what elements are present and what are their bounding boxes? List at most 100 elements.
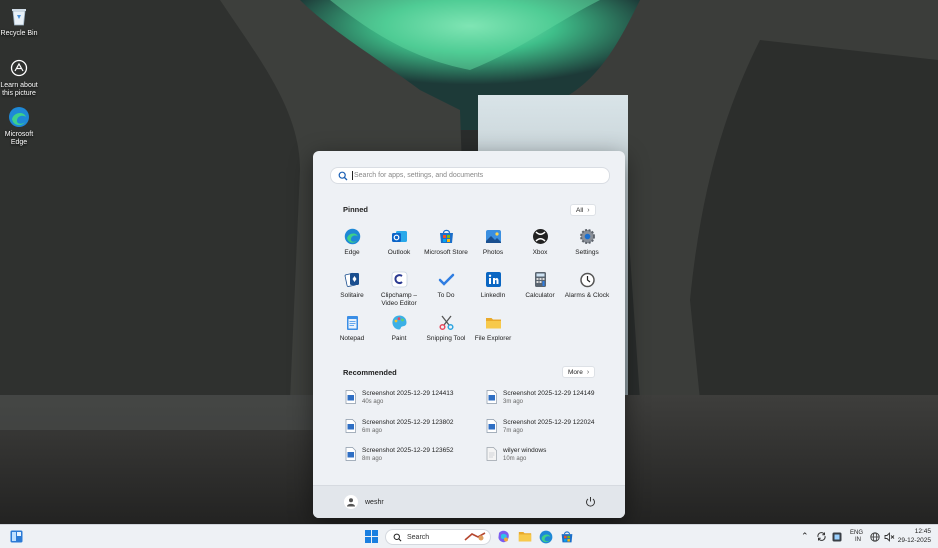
app-label: Alarms & Clock: [564, 292, 610, 299]
pinned-app-todo[interactable]: To Do: [422, 271, 470, 300]
recommended-item[interactable]: Screenshot 2025-12-29 123802 6m ago: [345, 419, 475, 434]
recommended-time: 40s ago: [362, 399, 384, 405]
pinned-title: Pinned: [343, 205, 369, 214]
tray-app-button[interactable]: [832, 525, 842, 548]
text-caret: [352, 171, 353, 180]
recommended-name: Screenshot 2025-12-29 123802: [362, 419, 454, 426]
edge-icon: [539, 530, 552, 543]
user-account-button[interactable]: weshr: [344, 495, 384, 509]
tray-sync-button[interactable]: [816, 525, 827, 548]
power-icon[interactable]: [585, 496, 596, 507]
chevron-up-icon: ⌃: [801, 531, 809, 541]
app-label: To Do: [437, 292, 455, 299]
start-search-box[interactable]: Search for apps, settings, and documents: [330, 167, 610, 184]
pinned-app-xbox[interactable]: Xbox: [516, 228, 564, 257]
pinned-app-solitaire[interactable]: Solitaire: [328, 271, 376, 300]
desktop-icon-edge[interactable]: Microsoft Edge: [0, 106, 39, 147]
sync-icon: [817, 532, 826, 541]
recommended-item[interactable]: Screenshot 2025-12-29 122024 7m ago: [486, 419, 616, 434]
chevron-right-icon: ›: [586, 368, 590, 376]
recommended-item[interactable]: Screenshot 2025-12-29 123652 8m ago: [345, 447, 475, 462]
app-label: Outlook: [387, 249, 411, 256]
recommended-name: Screenshot 2025-12-29 123652: [362, 447, 454, 454]
show-hidden-icons-button[interactable]: ⌃: [801, 525, 809, 548]
linkedin-icon: [485, 271, 502, 288]
user-name: weshr: [365, 498, 384, 506]
image-file-icon: [486, 419, 497, 433]
app-label: File Explorer: [474, 335, 512, 342]
pinned-app-paint[interactable]: Paint: [375, 314, 423, 343]
pinned-app-file-explorer[interactable]: File Explorer: [469, 314, 517, 343]
input-language-button[interactable]: ENG IN: [850, 525, 863, 548]
app-label: LinkedIn: [480, 292, 506, 299]
taskbar-file-explorer[interactable]: [517, 529, 532, 544]
recommended-item[interactable]: wilyer windows 10m ago: [486, 447, 616, 462]
paint-icon: [391, 314, 408, 331]
quick-settings-button[interactable]: [870, 525, 895, 548]
taskbar-store[interactable]: [559, 529, 574, 544]
pinned-app-clipchamp[interactable]: Clipchamp – Video Editor: [375, 271, 423, 307]
recommended-name: wilyer windows: [503, 447, 547, 454]
widgets-button[interactable]: [9, 529, 24, 544]
pinned-app-photos[interactable]: Photos: [469, 228, 517, 257]
start-button[interactable]: [364, 529, 379, 544]
more-label: More: [568, 368, 583, 376]
app-label: Calculator: [525, 292, 555, 299]
recommended-time: 8m ago: [362, 456, 383, 462]
desktop-icon-label: Learn about this picture: [0, 82, 38, 97]
clipchamp-icon: [391, 271, 408, 288]
pinned-app-alarms[interactable]: Alarms & Clock: [563, 271, 611, 300]
app-label: Solitaire: [340, 292, 364, 299]
pinned-app-calculator[interactable]: Calculator: [516, 271, 564, 300]
taskbar-search-box[interactable]: Search: [385, 529, 491, 545]
snipping-icon: [438, 314, 455, 331]
image-file-icon: [486, 390, 497, 404]
clock-icon: [579, 271, 596, 288]
clock-date: 29-12-2025: [897, 536, 931, 544]
image-file-icon: [345, 447, 356, 461]
edge-icon: [344, 228, 361, 245]
taskbar-clock[interactable]: 12:45 29-12-2025: [898, 528, 931, 545]
edge-icon: [8, 106, 30, 128]
desktop-icon-learn-picture[interactable]: Learn about this picture: [0, 57, 39, 98]
pinned-app-settings[interactable]: Settings: [563, 228, 611, 257]
pinned-app-store[interactable]: Microsoft Store: [422, 228, 470, 257]
xbox-icon: [532, 228, 549, 245]
pinned-app-outlook[interactable]: Outlook: [375, 228, 423, 257]
outlook-icon: [391, 228, 408, 245]
more-button[interactable]: More ›: [562, 366, 596, 378]
clock-time: 12:45: [914, 528, 931, 535]
learn-picture-icon: [8, 57, 30, 79]
app-label: Edge: [344, 249, 360, 256]
recommended-item[interactable]: Screenshot 2025-12-29 124149 3m ago: [486, 390, 616, 405]
pinned-app-snipping-tool[interactable]: Snipping Tool: [422, 314, 470, 343]
desktop-icon-recycle-bin[interactable]: Recycle Bin: [0, 5, 39, 38]
pinned-app-linkedin[interactable]: LinkedIn: [469, 271, 517, 300]
pinned-app-edge[interactable]: Edge: [328, 228, 376, 257]
recommended-time: 10m ago: [503, 456, 527, 462]
widgets-icon: [10, 530, 23, 543]
app-label: Paint: [391, 335, 407, 342]
recommended-time: 6m ago: [362, 428, 383, 434]
notepad-icon: [344, 314, 361, 331]
settings-icon: [579, 228, 596, 245]
pinned-app-notepad[interactable]: Notepad: [328, 314, 376, 343]
copilot-button[interactable]: [496, 529, 511, 544]
desktop-icon-label: Recycle Bin: [0, 30, 38, 37]
text-file-icon: [486, 447, 497, 461]
app-label: Photos: [482, 249, 504, 256]
app-label: Xbox: [532, 249, 548, 256]
solitaire-icon: [344, 271, 361, 288]
taskbar-search-label: Search: [407, 533, 430, 541]
search-highlight-icon: [464, 532, 486, 541]
taskbar-edge[interactable]: [538, 529, 553, 544]
image-file-icon: [345, 390, 356, 404]
todo-icon: [438, 271, 455, 288]
recommended-item[interactable]: Screenshot 2025-12-29 124413 40s ago: [345, 390, 475, 405]
all-apps-button[interactable]: All ›: [570, 204, 596, 216]
recycle-bin-icon: [8, 5, 30, 27]
taskbar: Search ⌃ ENG IN 12:45 29-12-2025: [0, 524, 938, 548]
chevron-right-icon: ›: [587, 206, 590, 214]
recommended-time: 3m ago: [503, 399, 524, 405]
user-icon: [347, 498, 355, 507]
